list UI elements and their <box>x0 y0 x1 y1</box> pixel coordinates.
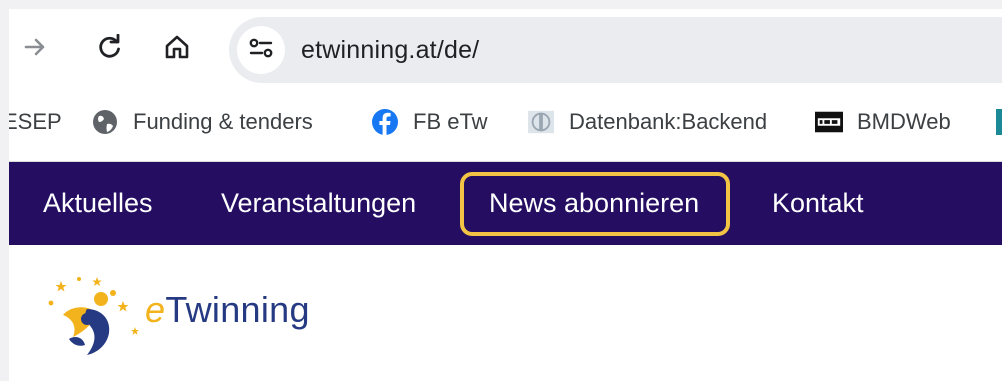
home-icon <box>163 33 191 61</box>
browser-window: etwinning.at/de/ ESEP Funding & tenders <box>9 9 1002 381</box>
etwinning-logo[interactable]: eTwinning <box>43 275 343 359</box>
bookmark-bmdweb[interactable]: BMDWeb <box>815 95 951 149</box>
forward-button[interactable] <box>17 29 53 65</box>
address-bar[interactable]: etwinning.at/de/ <box>229 17 1002 83</box>
site-navigation: Aktuelles Veranstaltungen News abonniere… <box>9 162 1002 245</box>
logo-wordmark: eTwinning <box>145 289 310 331</box>
reload-button[interactable] <box>92 29 128 65</box>
bookmark-fb-etw[interactable]: FB eTw <box>371 95 488 149</box>
bookmark-funding-tenders[interactable]: Funding & tenders <box>91 95 313 149</box>
highlight-box <box>460 172 730 236</box>
bookmark-esep[interactable]: ESEP <box>9 95 62 149</box>
home-button[interactable] <box>159 29 195 65</box>
bookmark-overflow-icon[interactable] <box>996 109 1002 135</box>
reload-icon <box>97 34 123 60</box>
nav-item-veranstaltungen[interactable]: Veranstaltungen <box>221 162 416 245</box>
forward-arrow-icon <box>22 34 48 60</box>
etwinning-emblem-icon <box>48 277 139 355</box>
nav-item-aktuelles[interactable]: Aktuelles <box>43 162 153 245</box>
bookmark-datenbank-backend[interactable]: Datenbank:Backend <box>527 95 767 149</box>
bookmark-label: FB eTw <box>413 109 488 134</box>
facebook-icon <box>371 108 399 136</box>
bookmark-label: Funding & tenders <box>133 109 313 134</box>
site-settings-icon <box>247 36 275 65</box>
logo-text-twinning: Twinning <box>165 289 310 330</box>
bmd-icon <box>815 108 843 136</box>
site-settings-button[interactable] <box>237 26 285 74</box>
url-text[interactable]: etwinning.at/de/ <box>301 36 479 65</box>
bookmark-label: ESEP <box>9 109 62 134</box>
browser-toolbar: etwinning.at/de/ <box>9 9 1002 89</box>
logo-letter-e: e <box>145 289 166 330</box>
globe-icon <box>91 108 119 136</box>
bookmark-label: BMDWeb <box>857 109 951 134</box>
bookmark-label: Datenbank:Backend <box>569 109 768 134</box>
database-icon <box>527 108 555 136</box>
nav-item-kontakt[interactable]: Kontakt <box>772 162 864 245</box>
bookmarks-bar: ESEP Funding & tenders FB eTw Datenbank:… <box>9 95 1002 149</box>
